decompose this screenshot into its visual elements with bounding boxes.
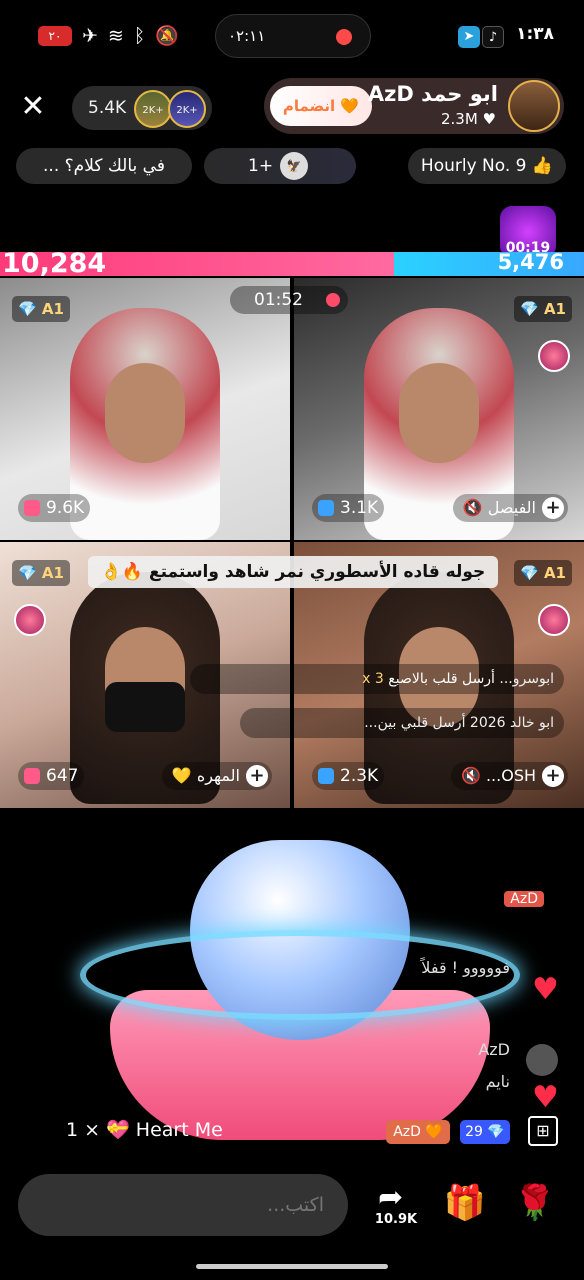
topic-banner[interactable]: في بالك كلام؟ ... [16, 148, 192, 184]
gift-icon[interactable]: 🎁 [442, 1180, 488, 1226]
battle-boost-icon[interactable] [538, 604, 570, 636]
comment-box[interactable] [18, 1174, 348, 1236]
guest-name[interactable]: + المهره 💛 [161, 762, 272, 790]
gift-counter-icon [24, 768, 40, 784]
status-time: ١:٣٨ [516, 24, 554, 44]
guest-face [399, 363, 479, 463]
heart-gift-animation [80, 820, 520, 1140]
follow-plus-icon[interactable]: + [542, 497, 564, 519]
status-bar: ٢٠ ✈ ≋ ᛒ 🔕 ٠٢:١١ ➤ ♪ ١:٣٨ [0, 0, 584, 72]
rank-badge: 💎 A1 [514, 560, 572, 586]
battery-indicator: ٢٠ [38, 25, 72, 46]
host-likes: 2.3M ♥ [440, 110, 496, 128]
gift-notification: ابو خالد 2026 أرسل قلبي بين... [240, 708, 564, 738]
right-score: 5,476 [497, 250, 564, 274]
battle-boost-icon[interactable] [14, 604, 46, 636]
dynamic-island-recording[interactable]: ٠٢:١١ [215, 14, 371, 58]
eagle-badge-icon: 🦅 [280, 152, 308, 180]
heart-icon: ♥ [532, 1080, 559, 1115]
mute-icon: 🔕 [155, 25, 179, 47]
guest-name[interactable]: + الفيصل 🔇 [452, 494, 568, 522]
share-button[interactable]: ➦ 10.9K [368, 1176, 424, 1236]
battle-timer-icon [326, 293, 340, 307]
rank-badge: 💎 A1 [12, 560, 70, 586]
chat-message-user[interactable]: AzD [478, 1040, 510, 1059]
left-score: 10,284 [2, 248, 107, 279]
bluetooth-icon: ᛒ [133, 24, 146, 47]
rose-icon[interactable]: 🌹 [512, 1180, 558, 1226]
gift-count: 3.1K [312, 494, 385, 522]
wifi-icon: ≋ [107, 24, 124, 47]
battle-timer: 01:52 [230, 286, 348, 314]
gift-box-icon[interactable]: ⊞ [528, 1116, 558, 1146]
live-caption: جوله قاده الأسطوري نمر شاهد واستمتع 🔥👌 [88, 556, 498, 588]
gift-count: 647 [18, 762, 85, 790]
chat-message[interactable]: فووووو ! قفلاً [421, 958, 510, 977]
telegram-icon: ➤ [458, 26, 480, 48]
top-viewer-avatar[interactable]: 2K+ [168, 90, 206, 128]
tiktok-icon: ♪ [482, 26, 504, 48]
guest-tile[interactable]: 💎 A1 3.1K + الفيصل 🔇 [294, 278, 584, 540]
gift-notification: ابوسرو... أرسل قلب بالاصبع x 3 [190, 664, 564, 694]
chat-message[interactable]: نايم [486, 1072, 510, 1091]
share-icon: ➦ [378, 1180, 404, 1215]
viewers-pill[interactable]: 5.4K 2K+ 2K+ [72, 86, 212, 130]
gift-counter-icon [318, 768, 334, 784]
battle-score-bar: 10,284 5,476 [0, 248, 584, 279]
gift-counter-icon [318, 500, 334, 516]
host-name: ابو حمد AzD [367, 82, 498, 106]
rank-count: 1+ [248, 156, 274, 176]
comment-input[interactable] [18, 1174, 348, 1236]
level-badge: 29 💎 [460, 1120, 510, 1144]
gift-feed: 1 × 💝 Heart Me [66, 1119, 223, 1141]
face-mask [105, 682, 185, 732]
heart-icon: ♥ [532, 972, 559, 1007]
guest-video [70, 308, 220, 540]
gift-count: 2.3K [312, 762, 385, 790]
guest-face [105, 363, 185, 463]
rank-badge: 💎 A1 [514, 296, 572, 322]
airplane-icon: ✈ [82, 24, 98, 47]
share-count: 10.9K [374, 1212, 418, 1227]
rank-banner[interactable]: 1+ 🦅 [204, 148, 356, 184]
gift-counter-icon [24, 500, 40, 516]
follow-plus-icon[interactable]: + [246, 765, 268, 787]
fan-club-badge: AzD 🧡 [386, 1120, 450, 1144]
battle-boost-icon[interactable] [538, 340, 570, 372]
guest-name[interactable]: + OSH... 🔇 [450, 762, 568, 790]
viewer-count: 5.4K [88, 98, 127, 118]
guest-tile[interactable]: 💎 A1 9.6K [0, 278, 290, 540]
gift-count: 9.6K [18, 494, 91, 522]
status-left-icons: ٢٠ ✈ ≋ ᛒ 🔕 [38, 24, 179, 47]
close-icon[interactable]: ✕ [18, 92, 48, 122]
home-indicator[interactable] [196, 1264, 388, 1269]
follow-plus-icon[interactable]: + [542, 765, 564, 787]
rank-badge: 💎 A1 [12, 296, 70, 322]
recording-dot-icon [336, 29, 352, 45]
chat-message[interactable]: AzD [504, 888, 544, 907]
recording-timer: ٠٢:١١ [228, 27, 266, 45]
host-info[interactable]: انضمام 🧡 ابو حمد AzD 2.3M ♥ [264, 78, 564, 134]
hourly-rank-banner[interactable]: Hourly No. 9 👍 [408, 148, 566, 184]
host-avatar[interactable] [508, 80, 560, 132]
join-button[interactable]: انضمام 🧡 [270, 86, 372, 126]
chat-avatar[interactable] [526, 1044, 558, 1076]
top-viewer-avatar[interactable]: 2K+ [134, 90, 172, 128]
